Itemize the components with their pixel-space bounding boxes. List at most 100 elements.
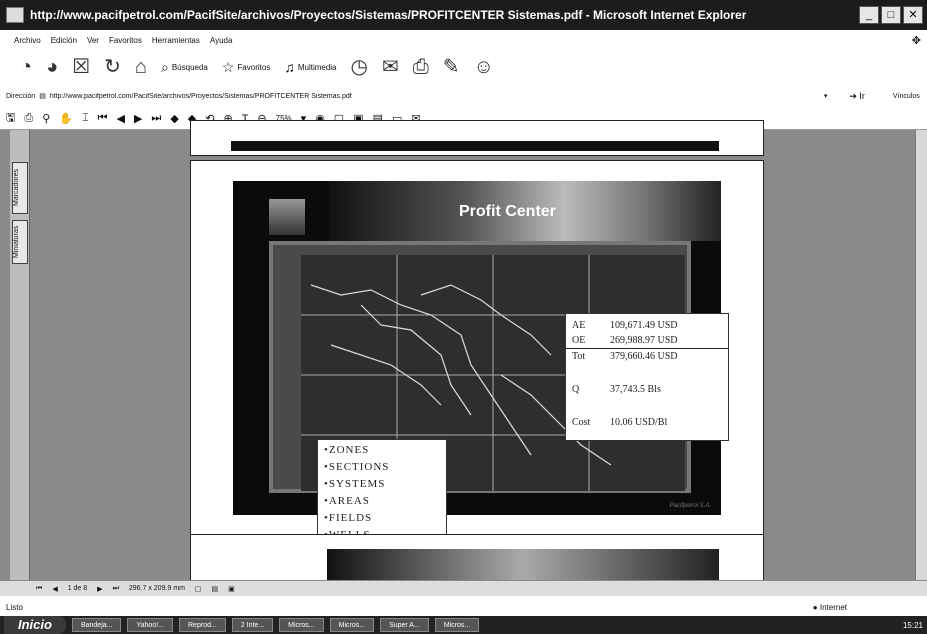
start-button[interactable]: Inicio	[4, 616, 66, 634]
taskbar-item[interactable]: Micros...	[279, 618, 324, 632]
maximize-button[interactable]: □	[881, 6, 901, 24]
facing-icon[interactable]: ▣	[228, 585, 235, 593]
taskbar-item[interactable]: Micros...	[434, 618, 480, 632]
windows-throbber-icon: ✥	[911, 34, 921, 47]
taskbar-item[interactable]: Yahoo!...	[127, 618, 173, 632]
single-page-icon[interactable]: ▢	[195, 585, 202, 593]
print-icon[interactable]: ⎙	[413, 57, 429, 77]
minimize-button[interactable]: _	[859, 6, 879, 24]
value-row: AE 109,671.49 USD	[572, 318, 722, 333]
home-icon[interactable]: ⌂	[135, 57, 147, 77]
address-label: Dirección	[6, 92, 36, 100]
taskbar-item[interactable]: Reprod...	[179, 618, 226, 632]
address-bar: Dirección ▤ http://www.pacifpetrol.com/P…	[0, 86, 927, 106]
back-icon[interactable]: ◔	[20, 57, 32, 77]
find-icon[interactable]: ⚲	[42, 112, 50, 125]
search-label: Búsqueda	[171, 62, 208, 72]
taskbar-item[interactable]: Micros...	[329, 618, 375, 632]
cost-summary-box: AE 109,671.49 USD OE 269,988.97 USD Tot 379…	[565, 313, 729, 441]
address-dropdown-icon[interactable]: ▾	[824, 92, 828, 100]
go-button[interactable]: ➔ Ir	[849, 91, 865, 102]
refresh-icon[interactable]: ↻	[104, 57, 121, 77]
list-item: •ZONES	[324, 444, 370, 456]
taskbar-item[interactable]: Bandeja...	[71, 618, 122, 632]
menu-ver[interactable]: Ver	[87, 36, 99, 45]
continuous-icon[interactable]: ▤	[212, 585, 219, 593]
address-input[interactable]: http://www.pacifpetrol.com/PacifSite/arc…	[50, 93, 820, 100]
prev-page-icon[interactable]: ◀	[116, 112, 124, 125]
side-tabs-panel: Marcadores Miniaturas	[10, 130, 30, 580]
history-icon[interactable]: ◷	[351, 57, 368, 77]
last-page-button[interactable]: ⏭	[113, 585, 119, 593]
value-row: Cost 10.06 USD/Bl	[572, 415, 722, 430]
value-key: Tot	[572, 351, 586, 362]
value-key: Cost	[572, 417, 591, 428]
media-button[interactable]: ♫ Multimedia	[284, 59, 336, 75]
bookmarks-tab[interactable]: Marcadores	[12, 162, 28, 214]
close-button[interactable]: ✕	[903, 6, 923, 24]
menu-ayuda[interactable]: Ayuda	[210, 36, 233, 45]
value-row: OE 269,988.97 USD	[572, 333, 722, 348]
window-title: http://www.pacifpetrol.com/PacifSite/arc…	[30, 8, 747, 22]
stop-icon[interactable]: ☒	[72, 57, 90, 77]
slide-footer: Pacifpetrol S.A.	[669, 503, 711, 509]
star-icon: ☆	[221, 58, 235, 75]
value-amount: 109,671.49 USD	[610, 320, 678, 331]
favorites-button[interactable]: ☆ Favoritos	[222, 59, 270, 76]
system-clock: 15:21	[902, 620, 923, 630]
value-row: Q 37,743.5 Bls	[572, 382, 722, 397]
status-bar: Listo ● Internet	[0, 600, 927, 614]
value-key: OE	[572, 335, 586, 346]
list-item: •FIELDS	[324, 512, 373, 524]
slide-title: Profit Center	[459, 203, 556, 220]
hand-tool-icon[interactable]: ✋	[59, 112, 73, 125]
favorites-label: Favoritos	[237, 62, 271, 72]
select-text-icon[interactable]: ⌶	[82, 112, 89, 125]
next-page-button[interactable]: ▶	[97, 585, 102, 593]
navigation-toolbar: ◔ ◕ ☒ ↻ ⌂ ⌕ Búsqueda ☆ Favoritos ♫ Multimed…	[0, 50, 927, 84]
taskbar-item[interactable]: Super A...	[380, 618, 429, 632]
prev-page-button[interactable]: ◀	[52, 585, 57, 593]
search-button[interactable]: ⌕ Búsqueda	[161, 59, 208, 76]
media-label: Multimedia	[297, 62, 337, 72]
value-key: Q	[572, 384, 580, 395]
prev-view-icon[interactable]: ◆	[170, 112, 178, 125]
value-amount: 379,660.46 USD	[610, 351, 678, 362]
current-page: Profit Center AE 109,671.49 USD OE 269,9…	[190, 160, 764, 560]
forward-icon[interactable]: ◕	[46, 57, 58, 77]
edit-icon[interactable]: ✎	[443, 57, 460, 77]
first-page-button[interactable]: ⏮	[36, 585, 42, 593]
print-pdf-icon[interactable]: ⎙	[24, 112, 33, 125]
page-size: 296.7 x 209.9 mm	[128, 585, 185, 592]
zone-label: Internet	[819, 602, 847, 612]
menu-herramientas[interactable]: Herramientas	[152, 36, 200, 45]
links-button[interactable]: Vínculos	[893, 93, 920, 100]
messenger-icon[interactable]: ☺	[474, 57, 494, 77]
save-icon[interactable]: 🖫	[6, 109, 15, 128]
map-frame: AE 109,671.49 USD OE 269,988.97 USD Tot 379…	[269, 241, 729, 549]
first-page-icon[interactable]: ⏮	[98, 112, 108, 125]
page-icon: ▤	[39, 93, 46, 100]
list-item: •SECTIONS	[324, 461, 390, 473]
list-item: •AREAS	[324, 495, 370, 507]
search-icon: ⌕	[160, 58, 169, 75]
last-page-icon[interactable]: ⏭	[151, 112, 161, 125]
next-page-icon[interactable]: ▶	[134, 112, 142, 125]
menu-archivo[interactable]: Archivo	[14, 36, 41, 45]
mail-icon[interactable]: ✉	[382, 57, 399, 77]
taskbar-item[interactable]: 2 Inte...	[231, 618, 274, 632]
value-amount: 10.06 USD/Bl	[610, 417, 668, 428]
status-text: Listo	[6, 602, 23, 612]
page-number[interactable]: 1 de 8	[68, 585, 87, 592]
pdf-viewer: Marcadores Miniaturas Profit Center AE 1…	[0, 120, 927, 594]
value-amount: 37,743.5 Bls	[610, 384, 661, 395]
menu-bar: Archivo Edición Ver Favoritos Herramient…	[0, 32, 927, 48]
menu-edicion[interactable]: Edición	[51, 36, 77, 45]
security-zone: ● Internet	[812, 602, 847, 612]
menu-favoritos[interactable]: Favoritos	[109, 36, 142, 45]
taskbar: Inicio Bandeja... Yahoo!... Reprod... 2 …	[0, 616, 927, 634]
go-label: Ir	[859, 90, 865, 101]
vertical-scrollbar[interactable]	[915, 130, 927, 580]
ie-window: http://www.pacifpetrol.com/PacifSite/arc…	[0, 0, 927, 634]
thumbnails-tab[interactable]: Miniaturas	[12, 220, 28, 264]
